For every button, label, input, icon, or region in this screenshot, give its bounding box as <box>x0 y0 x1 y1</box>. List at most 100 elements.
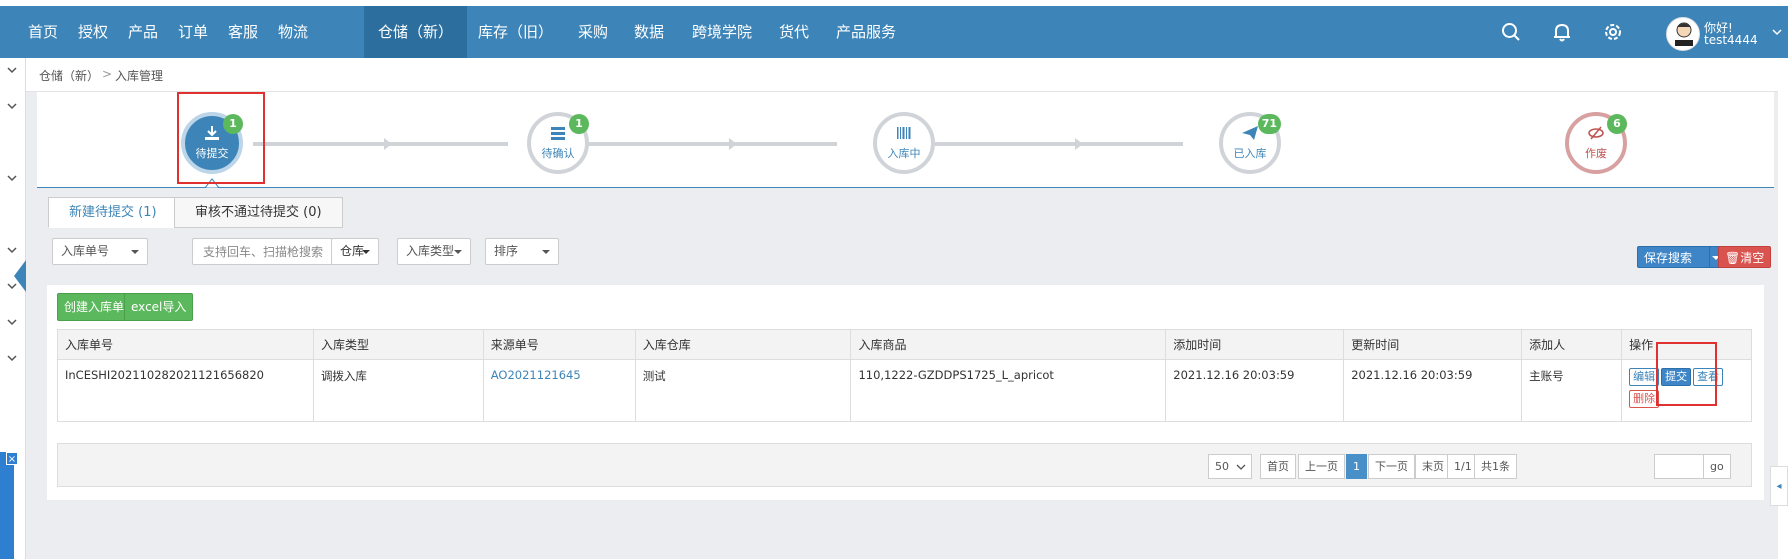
cell-goods: 110,1222-GZDDPS1725_L_apricot <box>850 359 1167 422</box>
nav-warehouse-new[interactable]: 仓储（新） <box>364 6 468 58</box>
nav-academy[interactable]: 跨境学院 <box>678 6 766 58</box>
step-receiving[interactable]: 入库中 <box>873 112 935 174</box>
edit-button[interactable]: 编辑 <box>1629 368 1660 386</box>
gear-icon[interactable] <box>1602 21 1624 43</box>
top-navbar: 首页 授权 产品 订单 客服 物流 仓储（新） 库存（旧） 采购 数据 跨境学院… <box>0 6 1788 58</box>
chevron-down-icon[interactable] <box>6 64 18 76</box>
page-last[interactable]: 末页 <box>1415 454 1451 479</box>
right-panel-toggle[interactable]: ◂ <box>1770 466 1788 506</box>
page-total: 共1条 <box>1474 454 1517 479</box>
col-goods: 入库商品 <box>850 329 1167 360</box>
tab-new-pending[interactable]: 新建待提交 (1) <box>48 197 178 228</box>
close-icon[interactable]: × <box>6 452 18 465</box>
avatar[interactable] <box>1666 17 1700 51</box>
page-size-value: 50 <box>1215 460 1229 473</box>
page-prev[interactable]: 上一页 <box>1298 454 1345 479</box>
breadcrumb-parent[interactable]: 仓储（新） <box>39 67 99 84</box>
tab-rejected-pending[interactable]: 审核不通过待提交 (0) <box>174 197 343 228</box>
inbound-type-select-label: 入库类型 <box>406 244 455 258</box>
bell-icon[interactable] <box>1551 21 1573 43</box>
clear-label: 清空 <box>1740 251 1765 265</box>
col-updated-time: 更新时间 <box>1343 329 1523 360</box>
sidebar-collapse-handle[interactable] <box>14 260 26 292</box>
page-current[interactable]: 1 <box>1346 454 1367 479</box>
cell-inbound-no: InCESHI20211028202112165682​0 <box>57 359 314 422</box>
pagination: 50 首页 上一页 1 下一页 末页 1/1 共1条 go <box>57 443 1752 487</box>
col-warehouse: 入库仓库 <box>634 329 852 360</box>
page-size-select[interactable]: 50 <box>1208 454 1252 479</box>
chevron-down-icon[interactable] <box>6 172 18 184</box>
step-connector <box>253 142 508 146</box>
caret-down-icon <box>454 250 462 254</box>
step-label: 已入库 <box>1233 147 1267 160</box>
warehouse-dropdown-label: 仓库 <box>340 244 365 258</box>
cell-inbound-type: 调拨入库 <box>312 359 484 422</box>
col-inbound-type: 入库类型 <box>312 329 484 360</box>
clear-button[interactable]: 🗑清空 <box>1718 246 1772 268</box>
table-header-row: 入库单号 入库类型 来源单号 入库仓库 入库商品 添加时间 更新时间 添加人 操… <box>57 329 1752 360</box>
chevron-down-icon[interactable] <box>6 100 18 112</box>
nav-product-services[interactable]: 产品服务 <box>822 6 910 58</box>
page-first[interactable]: 首页 <box>1260 454 1296 479</box>
nav-logistics[interactable]: 物流 <box>264 6 322 58</box>
step-label: 待确认 <box>541 147 575 160</box>
cell-warehouse: 测试 <box>634 359 852 422</box>
step-void[interactable]: 作废 6 <box>1565 112 1627 174</box>
cell-added-time: 2021.12.16 20:03:59 <box>1165 359 1345 422</box>
cell-updated-time: 2021.12.16 20:03:59 <box>1343 359 1523 422</box>
nav-purchasing[interactable]: 采购 <box>564 6 622 58</box>
trash-icon: 🗑 <box>1725 251 1741 265</box>
step-badge: 1 <box>569 114 589 134</box>
caret-down-icon <box>542 250 550 254</box>
sort-select-label: 排序 <box>494 244 519 258</box>
save-search-button[interactable]: 保存搜索 <box>1637 246 1713 268</box>
step-label: 入库中 <box>887 147 921 160</box>
chevron-down-icon[interactable] <box>6 244 18 256</box>
page-jump-input[interactable] <box>1654 454 1704 479</box>
breadcrumb: 仓储（新） > 入库管理 <box>26 58 1788 92</box>
breadcrumb-current: 入库管理 <box>115 69 164 83</box>
floating-widget[interactable] <box>0 452 14 559</box>
page-next[interactable]: 下一页 <box>1368 454 1415 479</box>
excel-import-button[interactable]: excel导入 <box>124 293 194 321</box>
user-name[interactable]: test4444 <box>1704 33 1758 47</box>
sort-select[interactable]: 排序 <box>485 238 559 265</box>
col-inbound-no: 入库单号 <box>57 329 314 360</box>
chevron-down-icon[interactable] <box>6 316 18 328</box>
caret-down-icon <box>362 250 370 254</box>
step-badge: 71 <box>1257 114 1281 134</box>
inbound-no-select-label: 入库单号 <box>61 244 110 258</box>
caret-down-icon <box>131 250 139 254</box>
step-received[interactable]: 已入库 71 <box>1219 112 1281 174</box>
step-pending-confirm[interactable]: 待确认 1 <box>527 112 589 174</box>
inbound-list-panel: 创建入库单 excel导入 入库单号 入库类型 来源单号 入库仓库 入库商品 添… <box>47 285 1764 500</box>
warehouse-dropdown[interactable]: 仓库 <box>331 238 379 265</box>
nav-data[interactable]: 数据 <box>620 6 678 58</box>
col-added-time: 添加时间 <box>1165 329 1345 360</box>
chevron-down-icon[interactable] <box>6 352 18 364</box>
nav-inventory-old[interactable]: 库存（旧） <box>464 6 567 58</box>
step-arrow <box>384 138 392 150</box>
step-label: 作废 <box>1585 147 1607 160</box>
page-go-button[interactable]: go <box>1703 454 1731 479</box>
breadcrumb-separator: > <box>102 67 113 81</box>
step-connector <box>582 142 837 146</box>
step-connector <box>928 142 1183 146</box>
inbound-type-select[interactable]: 入库类型 <box>397 238 471 265</box>
source-no-link[interactable]: AO2021121645 <box>491 368 581 382</box>
chevron-down-icon[interactable] <box>1772 28 1782 36</box>
search-icon[interactable] <box>1500 21 1522 43</box>
create-inbound-button[interactable]: 创建入库单 <box>57 293 132 321</box>
step-arrow <box>729 138 737 150</box>
chevron-down-icon <box>1236 464 1246 470</box>
cell-source-no: AO2021121645 <box>482 359 636 422</box>
col-source-no: 来源单号 <box>482 329 636 360</box>
delete-button[interactable]: 删除 <box>1629 390 1660 408</box>
highlight-box <box>177 92 265 184</box>
inbound-no-select[interactable]: 入库单号 <box>52 238 148 265</box>
inbound-table: 入库单号 入库类型 来源单号 入库仓库 入库商品 添加时间 更新时间 添加人 操… <box>57 329 1752 422</box>
cell-adder: 主账号 <box>1521 359 1623 422</box>
step-badge: 6 <box>1607 114 1627 134</box>
col-adder: 添加人 <box>1521 329 1623 360</box>
nav-freight[interactable]: 货代 <box>765 6 823 58</box>
